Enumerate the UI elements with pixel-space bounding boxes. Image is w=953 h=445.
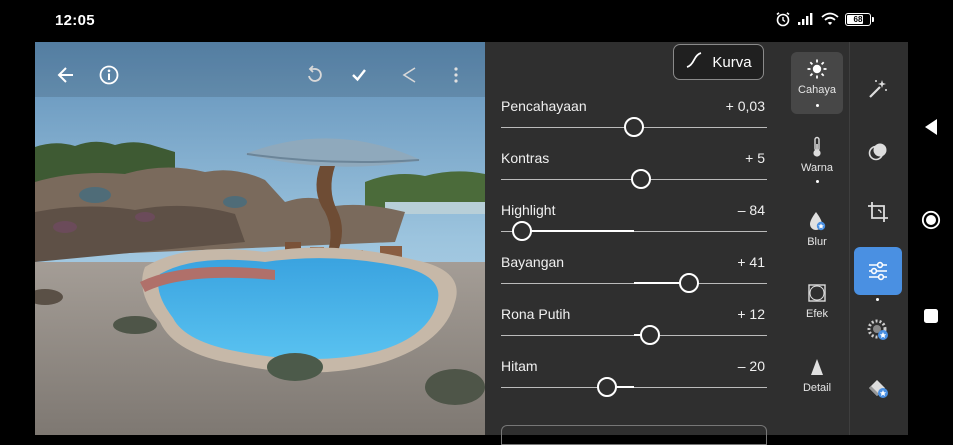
slider-label: Bayangan bbox=[501, 254, 564, 270]
slider-value: + 0,03 bbox=[726, 98, 765, 114]
home-icon[interactable] bbox=[921, 210, 941, 230]
thermometer-icon bbox=[791, 136, 843, 158]
slider-label: Pencahayaan bbox=[501, 98, 587, 114]
slider-exposure: Pencahayaan + 0,03 bbox=[485, 98, 785, 148]
category-label: Blur bbox=[791, 236, 843, 248]
slider-knob[interactable] bbox=[679, 273, 699, 293]
status-bar: 12:05 68 bbox=[35, 0, 908, 42]
slider-knob[interactable] bbox=[597, 377, 617, 397]
auto-wand-icon[interactable] bbox=[854, 65, 902, 113]
recents-icon[interactable] bbox=[921, 306, 941, 326]
presets-icon[interactable] bbox=[854, 306, 902, 354]
share-icon[interactable] bbox=[398, 64, 420, 91]
info-icon[interactable] bbox=[98, 64, 120, 91]
status-icons: 68 bbox=[775, 11, 871, 27]
slider-label: Highlight bbox=[501, 202, 555, 218]
slider-label: Hitam bbox=[501, 358, 538, 374]
check-icon[interactable] bbox=[348, 64, 370, 91]
sun-icon bbox=[791, 58, 843, 80]
undo-icon[interactable] bbox=[303, 64, 325, 91]
category-detail[interactable]: Detail bbox=[791, 356, 843, 406]
adjust-sliders-icon[interactable] bbox=[854, 247, 902, 295]
slider-value: – 84 bbox=[738, 202, 765, 218]
effects-icon bbox=[791, 282, 843, 304]
category-column: Cahaya Warna Blur Efek Detail bbox=[785, 42, 849, 435]
slider-highlight: Highlight – 84 bbox=[485, 202, 785, 252]
curve-button[interactable]: Kurva bbox=[673, 44, 764, 80]
category-label: Warna bbox=[791, 162, 843, 174]
slider-blacks: Hitam – 20 bbox=[485, 358, 785, 408]
slider-knob[interactable] bbox=[631, 169, 651, 189]
battery-level: 68 bbox=[854, 15, 863, 24]
bottom-action-field[interactable] bbox=[501, 425, 767, 445]
curve-button-label: Kurva bbox=[712, 54, 751, 71]
category-light[interactable]: Cahaya bbox=[791, 52, 843, 114]
curve-icon bbox=[685, 51, 703, 73]
light-adjustment-panel: Kurva Pencahayaan + 0,03 Kontras + 5 Hig… bbox=[485, 42, 785, 435]
tool-column bbox=[850, 42, 908, 435]
slider-knob[interactable] bbox=[640, 325, 660, 345]
crop-icon[interactable] bbox=[854, 188, 902, 236]
alarm-icon bbox=[775, 11, 791, 27]
slider-label: Kontras bbox=[501, 150, 549, 166]
battery-nub bbox=[872, 17, 874, 22]
slider-track[interactable] bbox=[501, 387, 767, 388]
category-label: Detail bbox=[791, 382, 843, 394]
category-color[interactable]: Warna bbox=[791, 136, 843, 198]
indicator-dot bbox=[816, 180, 819, 183]
photo-preview[interactable] bbox=[35, 42, 485, 435]
slider-value: + 41 bbox=[737, 254, 765, 270]
slider-label: Rona Putih bbox=[501, 306, 570, 322]
back-icon[interactable] bbox=[921, 117, 941, 137]
more-icon[interactable] bbox=[451, 64, 461, 91]
slider-knob[interactable] bbox=[624, 117, 644, 137]
slider-shadows: Bayangan + 41 bbox=[485, 254, 785, 304]
active-indicator-dot bbox=[816, 104, 819, 107]
signal-icon bbox=[797, 12, 815, 26]
slider-knob[interactable] bbox=[512, 221, 532, 241]
mask-icon[interactable] bbox=[854, 128, 902, 176]
category-effects[interactable]: Efek bbox=[791, 282, 843, 332]
slider-value: – 20 bbox=[738, 358, 765, 374]
wifi-icon bbox=[821, 12, 839, 26]
category-label: Efek bbox=[791, 308, 843, 320]
category-blur[interactable]: Blur bbox=[791, 210, 843, 260]
blur-drop-icon bbox=[791, 210, 843, 232]
detail-triangle-icon bbox=[791, 356, 843, 378]
active-tool-dot bbox=[876, 298, 879, 301]
category-label: Cahaya bbox=[791, 84, 843, 96]
battery-icon: 68 bbox=[845, 13, 871, 26]
healing-icon[interactable] bbox=[854, 364, 902, 412]
slider-contrast: Kontras + 5 bbox=[485, 150, 785, 200]
status-time: 12:05 bbox=[55, 12, 95, 29]
back-arrow-icon[interactable] bbox=[55, 64, 77, 91]
system-navigation-bar bbox=[908, 42, 953, 435]
slider-whites: Rona Putih + 12 bbox=[485, 306, 785, 356]
slider-value: + 12 bbox=[737, 306, 765, 322]
slider-value: + 5 bbox=[745, 150, 765, 166]
slider-fill bbox=[522, 230, 634, 232]
photo-image bbox=[35, 42, 485, 435]
